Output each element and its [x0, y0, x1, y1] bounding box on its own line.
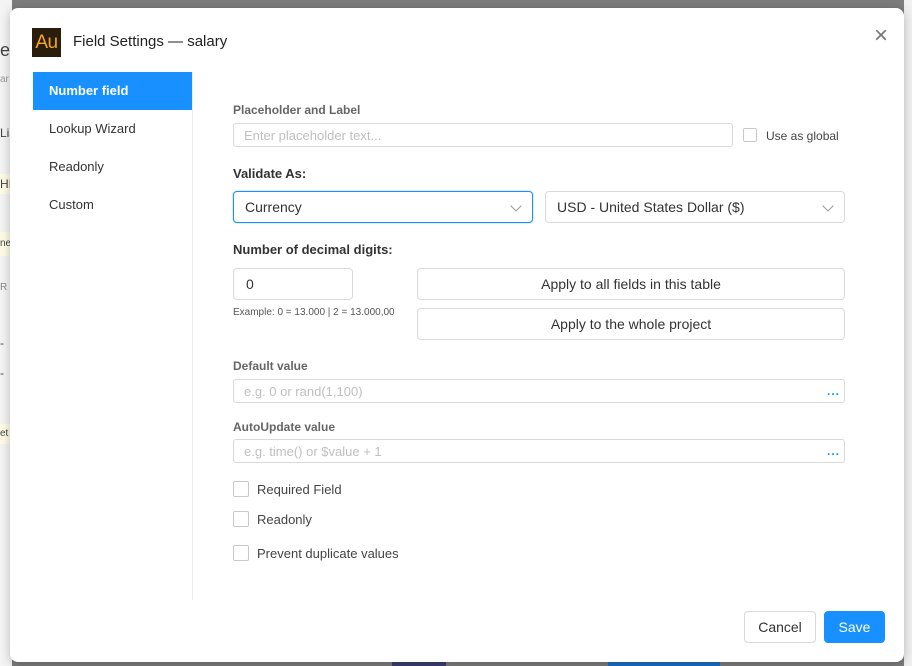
prevent-duplicates-label: Prevent duplicate values — [257, 546, 399, 561]
sidebar-item-readonly[interactable]: Readonly — [33, 148, 192, 186]
placeholder-label-heading: Placeholder and Label — [233, 103, 361, 117]
sidebar-item-number-field[interactable]: Number field — [33, 72, 192, 110]
prevent-duplicates-checkbox[interactable] — [233, 545, 249, 561]
settings-sidebar: Number field Lookup Wizard Readonly Cust… — [33, 72, 193, 600]
currency-value: USD - United States Dollar ($) — [557, 199, 745, 215]
readonly-label: Readonly — [257, 512, 312, 527]
autoupdate-value-input[interactable] — [233, 439, 845, 463]
field-settings-dialog: Au Field Settings — salary × Number fiel… — [10, 8, 904, 662]
autoupdate-value-label: AutoUpdate value — [233, 420, 336, 434]
decimal-digits-input[interactable] — [233, 268, 353, 300]
validate-type-value: Currency — [245, 199, 302, 215]
decimal-digits-label: Number of decimal digits: — [233, 242, 393, 257]
background-app-strip-right — [904, 0, 912, 666]
cancel-button[interactable]: Cancel — [744, 611, 816, 643]
apply-to-project-button[interactable]: Apply to the whole project — [417, 308, 845, 340]
autoupdate-value-more-button[interactable]: ... — [827, 444, 840, 458]
default-value-input[interactable] — [233, 379, 845, 403]
use-as-global-label: Use as global — [766, 129, 839, 143]
default-value-label: Default value — [233, 359, 308, 373]
close-icon[interactable]: × — [870, 24, 892, 48]
sidebar-item-custom[interactable]: Custom — [33, 186, 192, 224]
validate-type-select[interactable]: Currency — [233, 191, 533, 223]
readonly-checkbox[interactable] — [233, 511, 249, 527]
chevron-down-icon — [822, 200, 834, 212]
apply-to-table-button[interactable]: Apply to all fields in this table — [417, 268, 845, 300]
currency-select[interactable]: USD - United States Dollar ($) — [545, 191, 845, 223]
app-logo: Au — [32, 28, 61, 57]
dialog-title: Field Settings — salary — [73, 33, 228, 50]
default-value-more-button[interactable]: ... — [827, 384, 840, 398]
decimal-example-hint: Example: 0 = 13.000 | 2 = 13.000,00 — [233, 307, 395, 318]
chevron-down-icon — [510, 200, 522, 212]
save-button[interactable]: Save — [824, 611, 885, 643]
use-as-global-checkbox[interactable] — [743, 128, 757, 142]
required-field-label: Required Field — [257, 482, 342, 497]
validate-as-label: Validate As: — [233, 166, 307, 181]
required-field-checkbox[interactable] — [233, 481, 249, 497]
sidebar-item-lookup-wizard[interactable]: Lookup Wizard — [33, 110, 192, 148]
placeholder-input[interactable] — [233, 123, 733, 147]
